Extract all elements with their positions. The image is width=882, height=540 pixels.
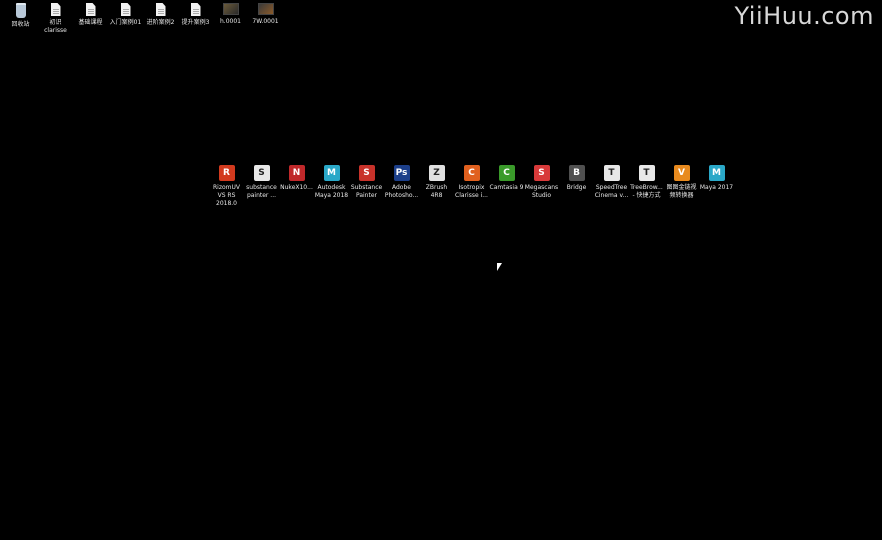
document-icon	[120, 3, 131, 16]
rizomuv-icon: R	[218, 165, 235, 181]
recycle-bin-icon	[15, 3, 26, 18]
desktop-icon-app-1[interactable]: Ssubstance painter ...	[244, 165, 279, 208]
image-thumbnail-icon	[222, 3, 239, 15]
desktop-icon-app-5[interactable]: Ps Adobe Photosho...	[384, 165, 419, 208]
icon-label: NukeX10...	[280, 184, 313, 191]
desktop-icon-app-12[interactable]: T TreeBrow... - 快捷方式	[629, 165, 664, 208]
top-icon-row: 回收站 初识clarisse 基础课程 入门案例01 进阶案例2 提升案例3 h…	[3, 3, 283, 35]
document-icon	[190, 3, 201, 16]
document-icon	[85, 3, 96, 16]
document-icon	[155, 3, 166, 16]
speedtree-icon: T	[603, 165, 620, 181]
document-icon	[50, 3, 61, 16]
icon-label: Bridge	[566, 184, 587, 191]
desktop-icon-app-3[interactable]: M Autodesk Maya 2018	[314, 165, 349, 208]
icon-label: Maya 2017	[699, 184, 734, 191]
megascans-icon: S	[533, 165, 550, 181]
icon-label: Autodesk Maya 2018	[314, 184, 349, 199]
icon-label: SpeedTree Cinema v...	[594, 184, 629, 199]
photoshop-icon: Ps	[393, 165, 410, 181]
desktop: YiiHuu.com 回收站 初识clarisse 基础课程 入门案例01 进阶…	[0, 0, 882, 540]
watermark: YiiHuu.com	[734, 2, 874, 30]
substance-painter-file-icon: S	[253, 165, 270, 181]
clarisse-icon: C	[463, 165, 480, 181]
icon-label: Camtasia 9	[489, 184, 524, 191]
desktop-icon-app-2[interactable]: N NukeX10...	[279, 165, 314, 208]
app-icon-row: R RizomUV VS RS 2018.0 Ssubstance painter …	[209, 165, 734, 208]
image-thumbnail-icon	[257, 3, 274, 15]
nukex-icon: N	[288, 165, 305, 181]
desktop-icon-app-4[interactable]: S Substance Painter	[349, 165, 384, 208]
icon-label: 7W.0001	[252, 18, 279, 25]
desktop-icon-image-1[interactable]: h.0001	[213, 3, 248, 35]
icon-label: Adobe Photosho...	[384, 184, 419, 199]
desktop-icon-recycle-bin[interactable]: 回收站	[3, 3, 38, 35]
icon-label: ZBrush 4R8	[425, 184, 448, 199]
icon-label: 回收站	[11, 21, 30, 28]
icon-label: RizomUV VS RS 2018.0	[213, 184, 240, 207]
desktop-icon-app-14[interactable]: M Maya 2017	[699, 165, 734, 208]
desktop-icon-app-8[interactable]: C Camtasia 9	[489, 165, 524, 208]
desktop-icon-doc-3[interactable]: 入门案例01	[108, 3, 143, 35]
desktop-icon-app-6[interactable]: Z ZBrush 4R8	[419, 165, 454, 208]
icon-label: TreeBrow... - 快捷方式	[630, 184, 663, 199]
desktop-icon-doc-5[interactable]: 提升案例3	[178, 3, 213, 35]
icon-label: 初识clarisse	[44, 19, 67, 34]
icon-label: substance painter ...	[246, 184, 277, 199]
desktop-icon-doc-4[interactable]: 进阶案例2	[143, 3, 178, 35]
zbrush-icon: Z	[428, 165, 445, 181]
desktop-icon-app-10[interactable]: B Bridge	[559, 165, 594, 208]
desktop-icon-doc-1[interactable]: 初识clarisse	[38, 3, 73, 35]
icon-label: 进阶案例2	[146, 19, 175, 26]
icon-label: 提升案例3	[181, 19, 210, 26]
icon-label: 基础课程	[78, 19, 103, 26]
video-converter-icon: V	[673, 165, 690, 181]
icon-label: Isotropix Clarisse i...	[455, 184, 488, 199]
mouse-cursor-icon	[497, 263, 502, 271]
icon-label: 入门案例01	[109, 19, 142, 26]
maya-icon: M	[708, 165, 725, 181]
desktop-icon-app-7[interactable]: C Isotropix Clarisse i...	[454, 165, 489, 208]
icon-label: h.0001	[220, 18, 241, 25]
desktop-icon-app-9[interactable]: S Megascans Studio	[524, 165, 559, 208]
desktop-icon-app-11[interactable]: T SpeedTree Cinema v...	[594, 165, 629, 208]
icon-label: Substance Painter	[350, 184, 383, 199]
bridge-icon: B	[568, 165, 585, 181]
substance-painter-icon: S	[358, 165, 375, 181]
desktop-icon-doc-2[interactable]: 基础课程	[73, 3, 108, 35]
desktop-icon-app-0[interactable]: R RizomUV VS RS 2018.0	[209, 165, 244, 208]
treebrowser-icon: T	[638, 165, 655, 181]
maya-icon: M	[323, 165, 340, 181]
icon-label: Megascans Studio	[524, 184, 559, 199]
desktop-icon-app-13[interactable]: V 图图金链视频转换器	[664, 165, 699, 208]
icon-label: 图图金链视频转换器	[666, 184, 697, 199]
camtasia-icon: C	[498, 165, 515, 181]
desktop-icon-image-2[interactable]: 7W.0001	[248, 3, 283, 35]
